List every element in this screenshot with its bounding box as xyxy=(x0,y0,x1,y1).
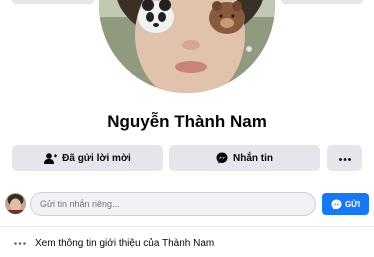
section-divider xyxy=(0,226,374,227)
friend-request-sent-button[interactable]: Đã gửi lời mời xyxy=(12,145,163,171)
send-label: GỬI xyxy=(344,199,361,209)
panda-sticker xyxy=(138,0,174,33)
view-about-label: Xem thông tin giới thiệu của Thành Nam xyxy=(35,237,215,249)
more-dots-icon xyxy=(14,241,26,245)
friend-request-sent-label: Đã gửi lời mời xyxy=(62,152,131,164)
cover-photo-right xyxy=(281,0,363,4)
profile-avatar[interactable] xyxy=(96,0,278,96)
more-options-button[interactable] xyxy=(327,145,362,171)
private-message-composer: GỬI xyxy=(5,192,369,216)
message-button[interactable]: Nhắn tin xyxy=(169,145,320,171)
private-message-input[interactable] xyxy=(30,192,316,216)
cover-photo-left xyxy=(12,0,94,4)
bear-sticker xyxy=(209,1,245,34)
messenger-icon xyxy=(216,152,228,164)
send-button[interactable]: GỬI xyxy=(322,193,369,215)
profile-page: Nguyễn Thành Nam Đã gửi lời mời Nhắn tin… xyxy=(0,0,374,257)
message-label: Nhắn tin xyxy=(233,152,273,164)
user-check-icon xyxy=(44,152,58,164)
profile-name: Nguyễn Thành Nam xyxy=(107,112,267,131)
more-dots-icon xyxy=(338,153,351,164)
view-about-link[interactable]: Xem thông tin giới thiệu của Thành Nam xyxy=(14,236,214,250)
messenger-icon xyxy=(331,198,342,210)
my-avatar xyxy=(5,193,26,214)
